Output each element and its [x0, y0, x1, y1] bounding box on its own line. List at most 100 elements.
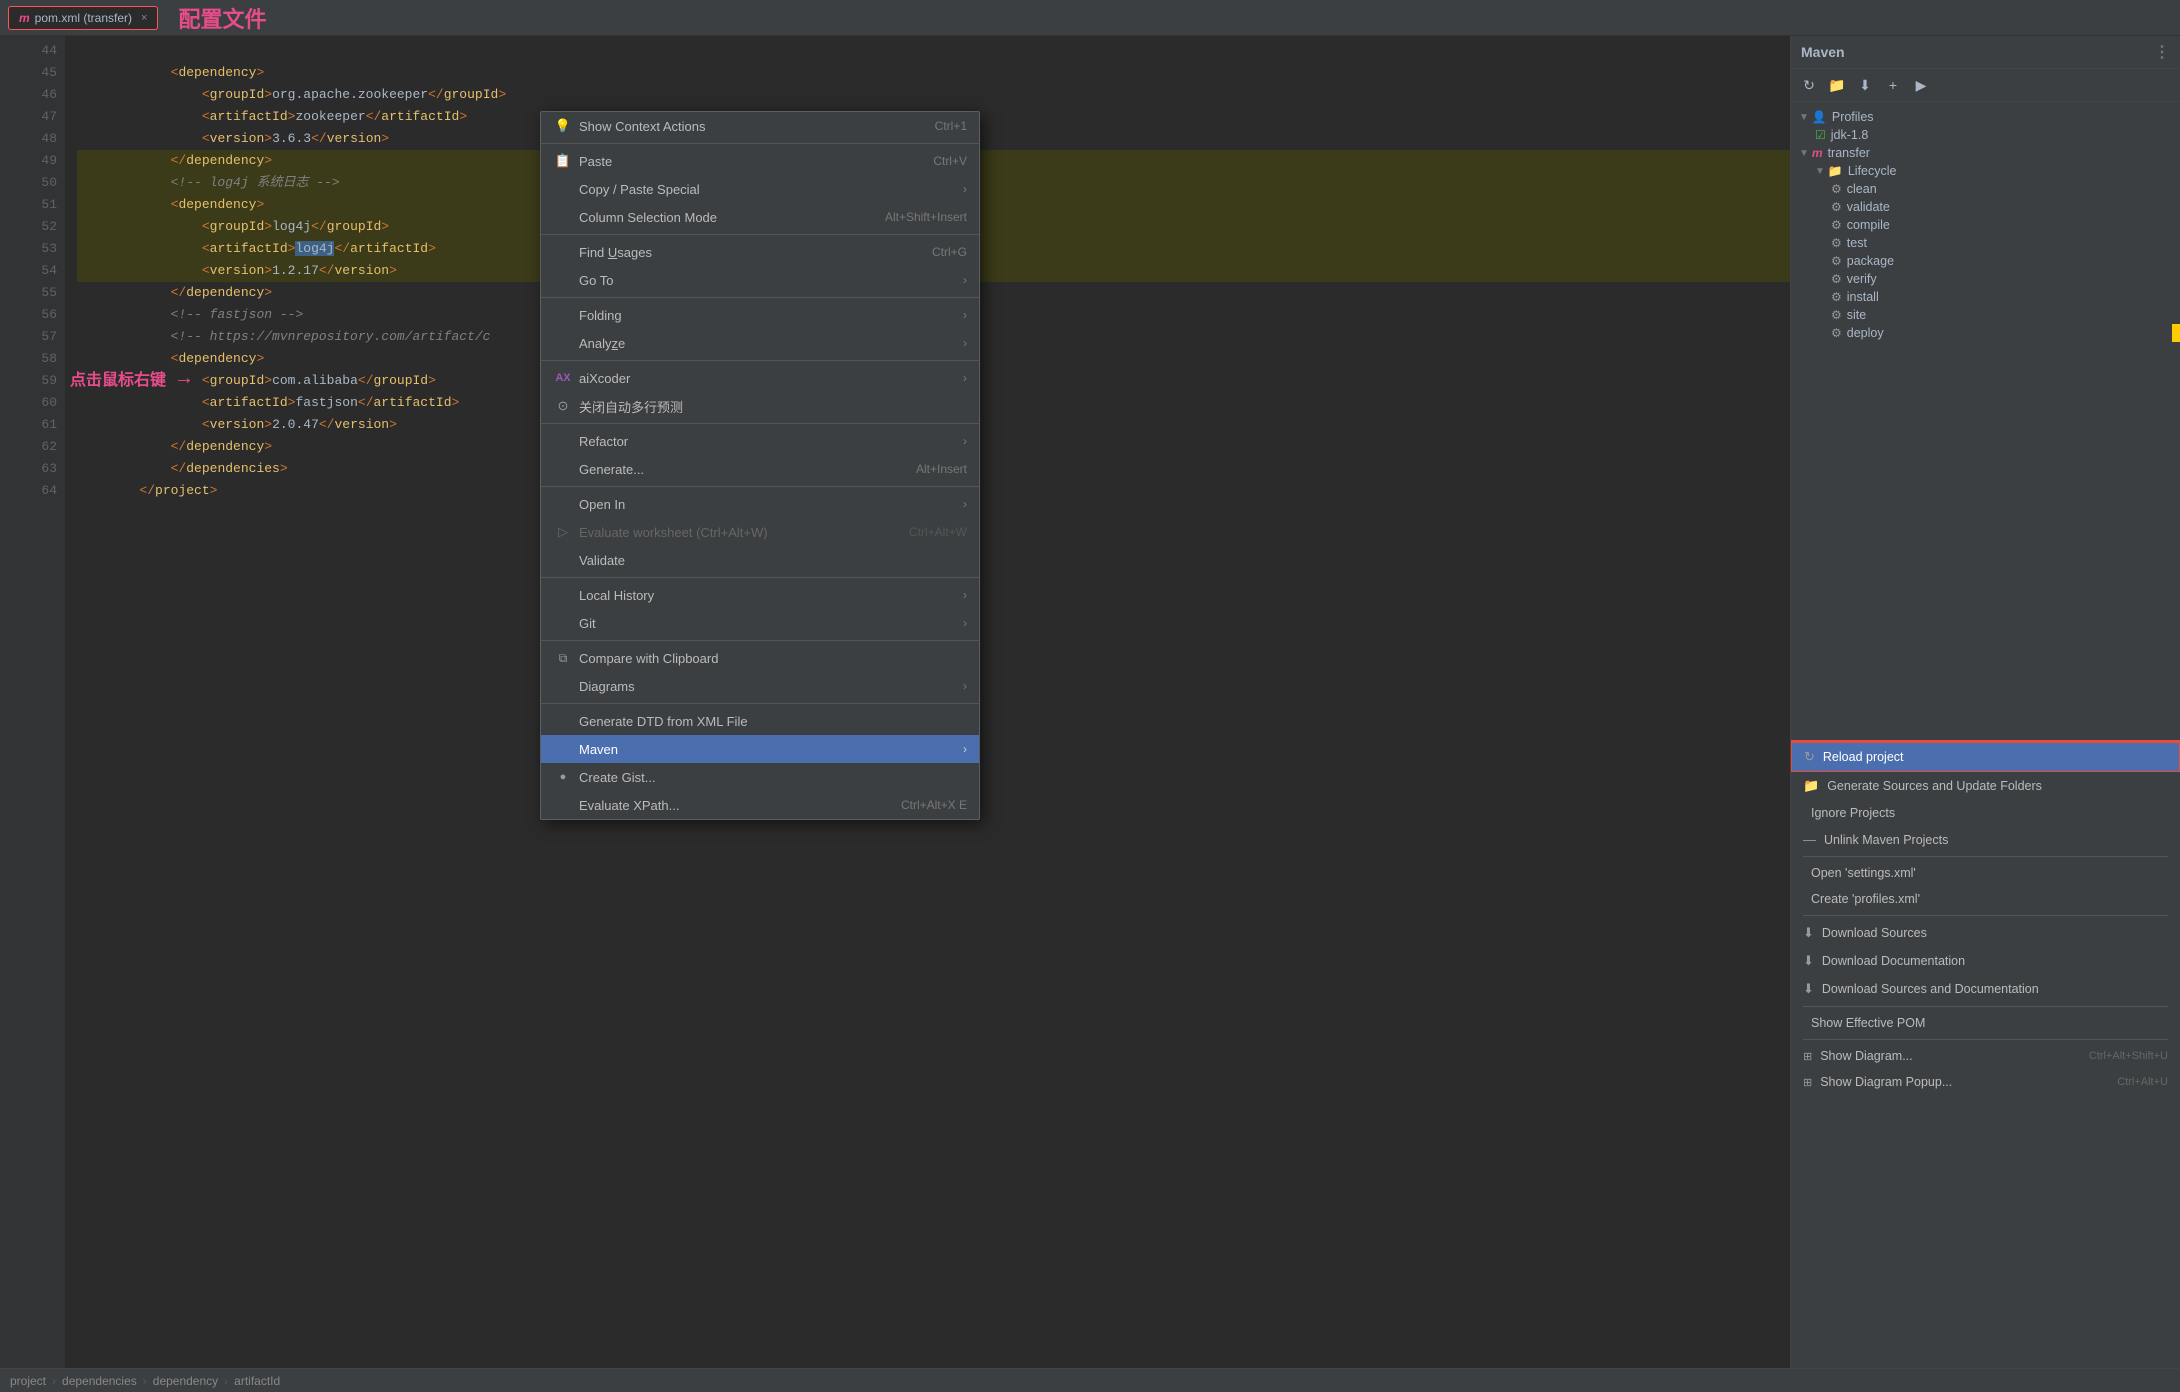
tab-filename: pom.xml (transfer) [35, 11, 132, 25]
multi-predict-icon: ⊙ [553, 398, 573, 414]
menu-item-generate[interactable]: Generate... Alt+Insert [541, 455, 979, 483]
maven-action-separator-2 [1803, 915, 2168, 916]
maven-action-label-show-effective-pom: Show Effective POM [1811, 1016, 1925, 1030]
maven-header-more-icon[interactable]: ⋮ [2154, 42, 2170, 62]
maven-folder-btn[interactable]: 📁 [1825, 73, 1849, 97]
menu-label-close-multi-prediction: 关闭自动多行预测 [579, 397, 683, 416]
menu-item-refactor[interactable]: Refactor › [541, 427, 979, 455]
tree-item-verify[interactable]: ⚙ verify [1791, 270, 2180, 288]
maven-panel-header: Maven ⋮ [1791, 36, 2180, 69]
maven-action-label-show-diagram: Show Diagram... [1820, 1049, 1912, 1063]
tab-close-button[interactable]: × [141, 12, 147, 24]
tree-item-transfer[interactable]: ▼ m transfer [1791, 144, 2180, 162]
menu-item-create-gist[interactable]: ● Create Gist... [541, 763, 979, 791]
tab-file-icon: m [19, 11, 30, 25]
reload-project-icon: ↻ [1804, 749, 1815, 765]
menu-item-close-multi-prediction[interactable]: ⊙ 关闭自动多行预测 [541, 392, 979, 420]
package-icon: ⚙ [1831, 254, 1842, 268]
validate-tree-icon: ⚙ [1831, 200, 1842, 214]
maven-right-panel: Maven ⋮ ↻ 📁 ⬇ + ▶ ▼ 👤 Profiles ☑ [1790, 36, 2180, 1368]
menu-item-local-history[interactable]: Local History › [541, 581, 979, 609]
maven-action-generate-sources[interactable]: 📁 Generate Sources and Update Folders [1791, 772, 2180, 800]
menu-item-diagrams[interactable]: Diagrams › [541, 672, 979, 700]
git-arrow: › [963, 616, 967, 630]
maven-download-btn[interactable]: ⬇ [1853, 73, 1877, 97]
maven-action-show-diagram[interactable]: ⊞ Show Diagram... Ctrl+Alt+Shift+U [1791, 1043, 2180, 1069]
tree-item-test[interactable]: ⚙ test [1791, 234, 2180, 252]
tree-item-deploy[interactable]: ⚙ deploy [1791, 324, 2180, 342]
menu-item-evaluate-worksheet[interactable]: ▷ Evaluate worksheet (Ctrl+Alt+W) Ctrl+A… [541, 518, 979, 546]
tree-item-jdk18[interactable]: ☑ jdk-1.8 [1791, 126, 2180, 144]
maven-context-arrow: › [963, 742, 967, 756]
maven-action-open-settings[interactable]: Open 'settings.xml' [1791, 860, 2180, 886]
menu-item-analyze[interactable]: Analyze › [541, 329, 979, 357]
tree-item-profiles[interactable]: ▼ 👤 Profiles [1791, 108, 2180, 126]
menu-item-validate[interactable]: Validate [541, 546, 979, 574]
menu-label-find-usages: Find Usages [579, 245, 652, 260]
maven-actions-panel: ↻ Reload project 📁 Generate Sources and … [1791, 740, 2180, 1368]
menu-label-analyze: Analyze [579, 336, 625, 351]
maven-action-download-sources-docs[interactable]: ⬇ Download Sources and Documentation [1791, 975, 2180, 1003]
tree-item-package[interactable]: ⚙ package [1791, 252, 2180, 270]
menu-item-goto[interactable]: Go To › [541, 266, 979, 294]
menu-label-open-in: Open In [579, 497, 625, 512]
maven-run-btn[interactable]: ▶ [1909, 73, 1933, 97]
tree-item-lifecycle[interactable]: ▼ 📁 Lifecycle [1791, 162, 2180, 180]
maven-action-separator-1 [1803, 856, 2168, 857]
maven-tree[interactable]: ▼ 👤 Profiles ☑ jdk-1.8 ▼ m transfer ▼ [1791, 102, 2180, 740]
maven-action-show-effective-pom[interactable]: Show Effective POM [1791, 1010, 2180, 1036]
maven-refresh-btn[interactable]: ↻ [1797, 73, 1821, 97]
local-history-arrow: › [963, 588, 967, 602]
tree-item-site[interactable]: ⚙ site [1791, 306, 2180, 324]
menu-item-generate-dtd[interactable]: Generate DTD from XML File [541, 707, 979, 735]
separator-7 [541, 577, 979, 578]
tree-item-compile[interactable]: ⚙ compile [1791, 216, 2180, 234]
menu-item-maven[interactable]: Maven › [541, 735, 979, 763]
pom-xml-tab[interactable]: m pom.xml (transfer) × [8, 6, 158, 30]
menu-item-copy-paste-special[interactable]: Copy / Paste Special › [541, 175, 979, 203]
separator-6 [541, 486, 979, 487]
annotation-arrow: → [174, 367, 194, 390]
menu-item-open-in[interactable]: Open In › [541, 490, 979, 518]
menu-item-show-context-actions[interactable]: 💡 Show Context Actions Ctrl+1 [541, 112, 979, 140]
maven-action-reload-project[interactable]: ↻ Reload project [1791, 742, 2180, 772]
download-sources-docs-icon: ⬇ [1803, 981, 1814, 997]
menu-shortcut-column-selection: Alt+Shift+Insert [885, 210, 967, 224]
separator-2 [541, 234, 979, 235]
tree-label-jdk18: jdk-1.8 [1831, 128, 1869, 142]
maven-action-unlink[interactable]: — Unlink Maven Projects [1791, 826, 2180, 853]
tab-bar: m pom.xml (transfer) × 配置文件 [0, 0, 2180, 36]
menu-item-evaluate-xpath[interactable]: Evaluate XPath... Ctrl+Alt+X E [541, 791, 979, 819]
menu-item-column-selection[interactable]: Column Selection Mode Alt+Shift+Insert [541, 203, 979, 231]
maven-action-create-profiles[interactable]: Create 'profiles.xml' [1791, 886, 2180, 912]
main-layout: ⚠ 30 ▲ 1 ∧∨ 44 45 46 47 48 49 50 51 52 5… [0, 36, 2180, 1368]
maven-action-ignore-projects[interactable]: Ignore Projects [1791, 800, 2180, 826]
tree-item-validate[interactable]: ⚙ validate [1791, 198, 2180, 216]
maven-add-btn[interactable]: + [1881, 73, 1905, 97]
maven-action-download-sources[interactable]: ⬇ Download Sources [1791, 919, 2180, 947]
menu-item-paste[interactable]: 📋 Paste Ctrl+V [541, 147, 979, 175]
tree-label-clean: clean [1847, 182, 1877, 196]
menu-item-find-usages[interactable]: Find Usages Ctrl+G [541, 238, 979, 266]
tree-label-transfer: transfer [1828, 146, 1870, 160]
menu-item-folding[interactable]: Folding › [541, 301, 979, 329]
maven-action-show-diagram-popup[interactable]: ⊞ Show Diagram Popup... Ctrl+Alt+U [1791, 1069, 2180, 1095]
maven-action-label-open-settings: Open 'settings.xml' [1811, 866, 1916, 880]
maven-panel-title: Maven [1801, 44, 1845, 60]
maven-action-label-ignore-projects: Ignore Projects [1811, 806, 1895, 820]
menu-item-compare-clipboard[interactable]: ⧉ Compare with Clipboard [541, 644, 979, 672]
tree-item-install[interactable]: ⚙ install [1791, 288, 2180, 306]
tree-label-verify: verify [1847, 272, 1877, 286]
menu-label-show-context-actions: Show Context Actions [579, 119, 705, 134]
annotation-area: 点击鼠标右键 → [70, 366, 194, 390]
tree-item-clean[interactable]: ⚙ clean [1791, 180, 2180, 198]
menu-item-aixcoder[interactable]: AX aiXcoder › [541, 364, 979, 392]
menu-item-git[interactable]: Git › [541, 609, 979, 637]
menu-label-aixcoder: aiXcoder [579, 371, 630, 386]
menu-label-generate-dtd: Generate DTD from XML File [579, 714, 748, 729]
profiles-expand-icon: ▼ [1799, 112, 1809, 123]
generate-sources-icon: 📁 [1803, 778, 1819, 794]
maven-action-download-docs[interactable]: ⬇ Download Documentation [1791, 947, 2180, 975]
open-in-arrow: › [963, 497, 967, 511]
menu-shortcut-generate: Alt+Insert [916, 462, 967, 476]
